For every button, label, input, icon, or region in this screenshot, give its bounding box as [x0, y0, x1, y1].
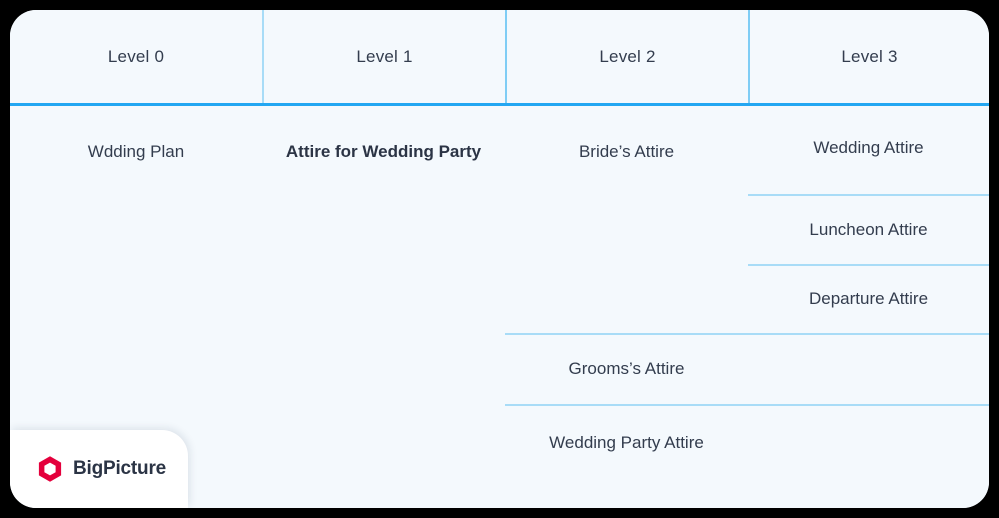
header-label-level-3: Level 3 — [841, 46, 898, 66]
table-header-level-2: Level 2 — [505, 10, 748, 103]
cell-text: Wedding Party Attire — [549, 433, 704, 452]
bigpicture-brand-name: BigPicture — [73, 458, 167, 479]
cell-text: Luncheon Attire — [809, 219, 928, 239]
screenshot-stage: Level 0 Level 1 Level 2 Level 3 Wdding P… — [0, 0, 999, 518]
table-column-level-3: Wedding Attire Luncheon Attire Departure… — [748, 103, 989, 508]
table-cell-luncheon-attire[interactable]: Luncheon Attire — [748, 196, 989, 266]
cell-text: Departure Attire — [808, 289, 929, 309]
cell-text: Wdding Plan — [87, 142, 185, 161]
cell-text: Wedding Attire — [813, 138, 924, 158]
header-divider — [10, 103, 989, 106]
table-header-level-0: Level 0 — [10, 10, 262, 103]
table-cell-departure-attire[interactable]: Departure Attire — [748, 266, 989, 335]
table-cell-attire-for-wedding-party[interactable]: Attire for Wedding Party — [262, 103, 505, 508]
header-label-level-0: Level 0 — [107, 46, 165, 66]
table-cell-brides-attire[interactable]: Bride’s Attire — [505, 103, 748, 335]
levels-table-card: Level 0 Level 1 Level 2 Level 3 Wdding P… — [10, 10, 989, 508]
table-cell-wedding-attire[interactable]: Wedding Attire — [748, 103, 989, 196]
table-cell-level3-empty-1[interactable] — [748, 335, 989, 406]
table-cell-grooms-attire[interactable]: Grooms’s Attire — [505, 335, 748, 406]
table-column-level-1: Attire for Wedding Party — [262, 103, 505, 508]
table-header-level-3: Level 3 — [748, 10, 989, 103]
table-header-level-1: Level 1 — [262, 10, 505, 103]
table-column-level-2: Bride’s Attire Grooms’s Attire Wedding P… — [505, 103, 748, 508]
hexagon-logo-icon — [36, 455, 64, 483]
header-label-level-1: Level 1 — [356, 46, 413, 66]
header-label-level-2: Level 2 — [599, 46, 656, 66]
cell-text: Grooms’s Attire — [568, 359, 685, 379]
cell-text: Bride’s Attire — [578, 142, 675, 161]
table-cell-level3-empty-2[interactable] — [748, 406, 989, 508]
table-cell-wedding-party-attire[interactable]: Wedding Party Attire — [505, 406, 748, 508]
cell-text: Attire for Wedding Party — [285, 142, 482, 161]
bigpicture-logo-badge[interactable]: BigPicture — [10, 430, 188, 508]
